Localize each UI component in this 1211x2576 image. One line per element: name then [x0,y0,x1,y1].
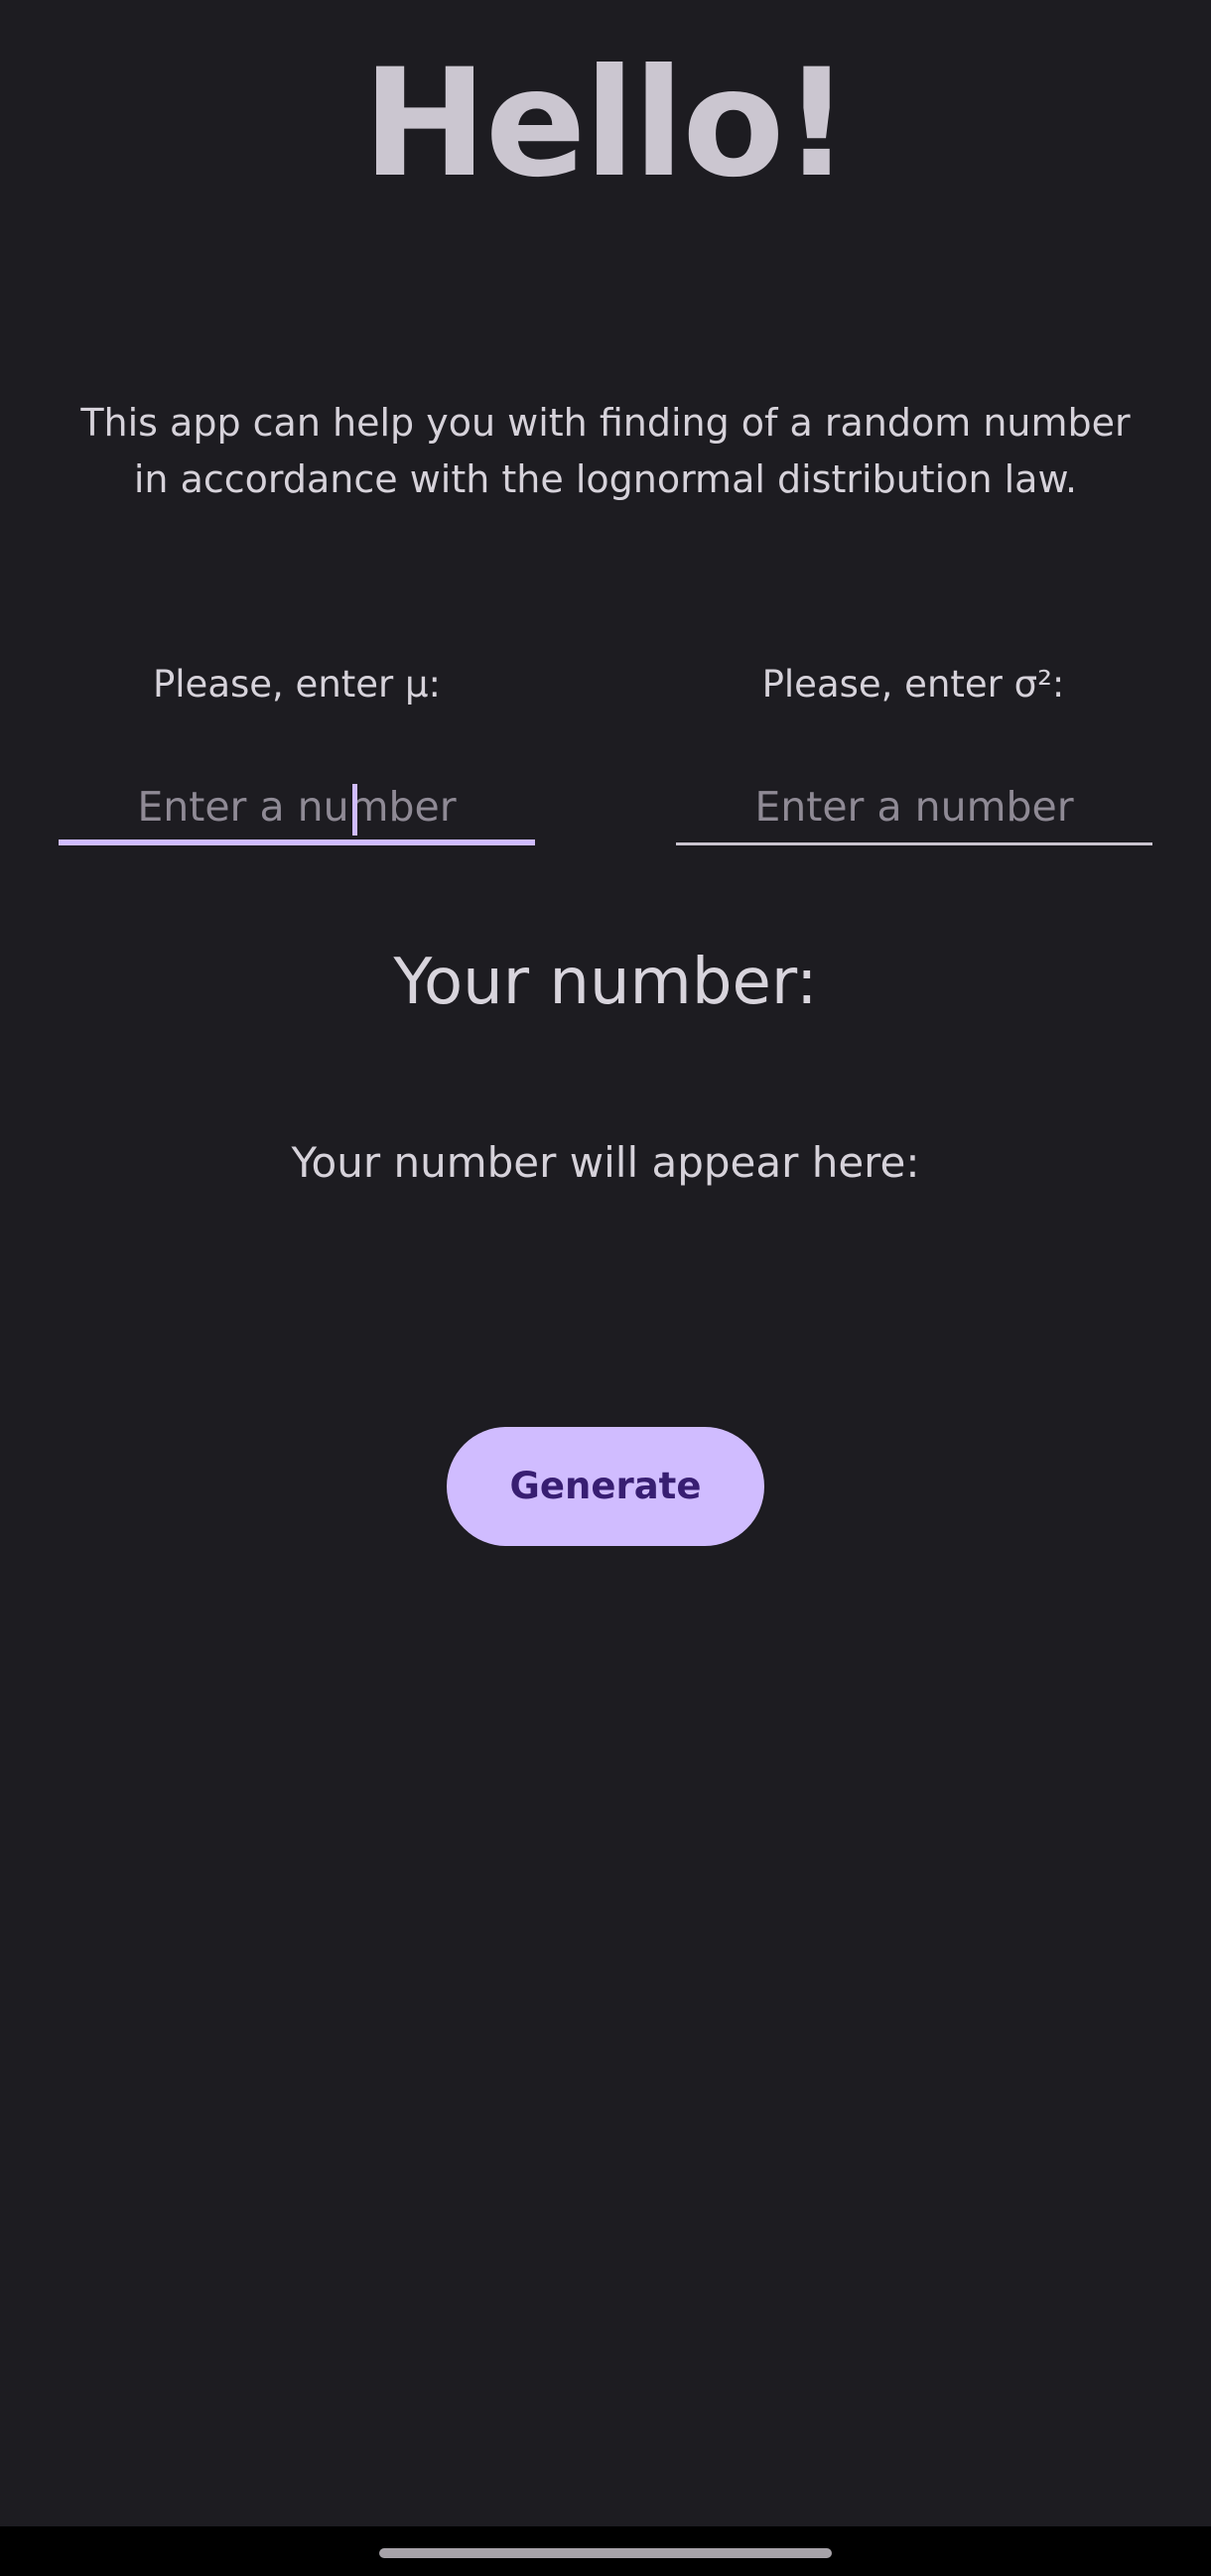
mu-label: Please, enter μ: [152,663,442,706]
generate-button[interactable]: Generate [447,1427,764,1546]
result-text: Your number will appear here: [291,1138,920,1187]
page-title: Hello! [362,38,851,210]
sigma-input[interactable] [676,772,1152,841]
mu-input[interactable] [59,772,535,841]
sigma-input-field[interactable] [676,772,1152,845]
navigation-bar [0,2526,1211,2576]
gesture-handle[interactable] [379,2548,832,2558]
text-cursor [352,784,357,836]
result-heading: Your number: [393,946,818,1019]
app-description: This app can help you with finding of a … [80,401,1131,501]
mu-input-field[interactable] [59,772,535,845]
sigma-label: Please, enter σ²: [761,663,1065,706]
